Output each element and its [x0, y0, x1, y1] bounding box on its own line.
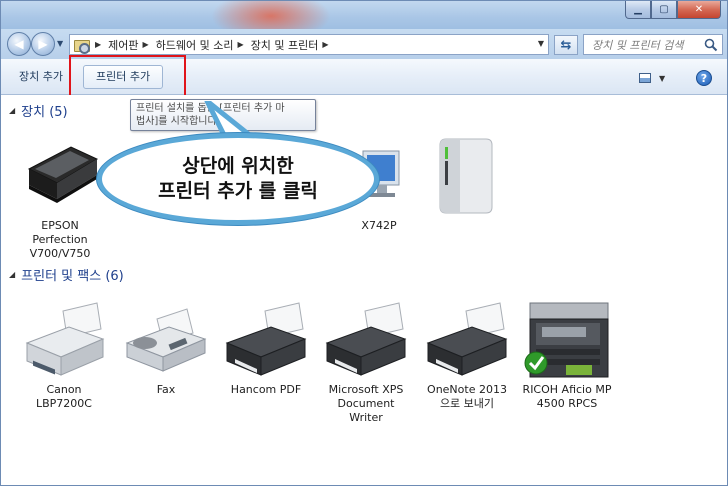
instruction-callout: 상단에 위치한 프린터 추가 를 클릭 — [97, 133, 379, 225]
printer-icon — [19, 299, 109, 381]
printer-icon — [221, 299, 311, 381]
breadcrumb-label: 장치 및 프린터 — [250, 38, 319, 52]
printer-icon — [321, 299, 411, 381]
printer-label: OneNote 2013으로 보내기 — [427, 383, 507, 410]
printer-hancom-pdf[interactable]: Hancom PDF — [221, 299, 311, 397]
scanner-icon — [15, 135, 105, 217]
breadcrumb-root-separator: ▶ — [95, 40, 102, 49]
breadcrumb-label: 하드웨어 및 소리 — [155, 38, 234, 52]
printer-microsoft-xps[interactable]: Microsoft XPS Document Writer — [321, 299, 411, 425]
collapse-triangle-icon[interactable]: ◢ — [9, 106, 15, 115]
address-bar[interactable]: ▶ 제어판 ▶ 하드웨어 및 소리 ▶ 장치 및 프린터 ▶ ▼ — [69, 34, 549, 55]
chevron-right-icon[interactable]: ▶ — [143, 40, 149, 49]
forward-arrow-icon: ▶ — [38, 37, 48, 51]
search-input[interactable]: 장치 및 프린터 검색 — [583, 34, 723, 55]
change-view-button[interactable]: ▼ — [639, 71, 669, 85]
group-header-label: 장치 (5) — [21, 104, 68, 120]
recent-pages-dropdown-icon[interactable]: ▼ — [57, 39, 63, 48]
add-printer-button[interactable]: 프린터 추가 — [83, 65, 164, 89]
window-controls: ▁ ▢ ✕ — [625, 1, 721, 21]
chevron-down-icon: ▼ — [659, 73, 666, 83]
back-button[interactable]: ◀ — [7, 32, 31, 56]
printer-icon — [422, 299, 512, 381]
refresh-button[interactable]: ⇆ — [554, 35, 578, 55]
refresh-icon: ⇆ — [560, 37, 572, 53]
breadcrumb-hardware-sound[interactable]: 하드웨어 및 소리 ▶ — [156, 37, 251, 53]
help-icon[interactable]: ? — [696, 70, 712, 86]
control-panel-folder-icon — [73, 38, 91, 54]
device-external-drive[interactable] — [420, 135, 510, 219]
navigation-bar: ◀ ▶ ▼ ▶ 제어판 ▶ 하드웨어 및 소리 ▶ 장치 및 프린터 ▶ ▼ ⇆ 장치… — [1, 29, 727, 59]
printer-label: Canon LBP7200C — [36, 383, 92, 410]
minimize-button[interactable]: ▁ — [625, 1, 651, 19]
breadcrumb-label: 제어판 — [108, 38, 139, 52]
chevron-right-icon[interactable]: ▶ — [238, 40, 244, 49]
content-area: ◢ 장치 (5) EPSON Perfection V700/V750 X742… — [1, 95, 727, 485]
group-header-printers[interactable]: ◢ 프린터 및 팩스 (6) — [9, 265, 124, 284]
forward-button[interactable]: ▶ — [31, 32, 55, 56]
search-icon[interactable] — [704, 38, 718, 52]
printer-fax[interactable]: Fax — [121, 299, 211, 397]
external-drive-icon — [420, 135, 510, 217]
printer-label: Microsoft XPS Document Writer — [328, 383, 404, 424]
maximize-button[interactable]: ▢ — [651, 1, 677, 19]
device-label: EPSON Perfection V700/V750 — [29, 219, 91, 260]
callout-line: 프린터 추가 를 클릭 — [158, 180, 318, 202]
printer-canon[interactable]: Canon LBP7200C — [19, 299, 109, 411]
collapse-triangle-icon[interactable]: ◢ — [9, 270, 15, 279]
view-icon — [639, 73, 651, 83]
chevron-right-icon[interactable]: ▶ — [322, 40, 328, 49]
breadcrumb-devices-printers[interactable]: 장치 및 프린터 ▶ — [251, 37, 336, 53]
title-bar: ▁ ▢ ✕ — [1, 1, 727, 41]
printer-onenote[interactable]: OneNote 2013으로 보내기 — [422, 299, 512, 411]
command-bar: 장치 추가 프린터 추가 ▼ ? — [1, 59, 727, 95]
breadcrumb-control-panel[interactable]: 제어판 ▶ — [108, 37, 156, 53]
back-arrow-icon: ◀ — [14, 37, 24, 51]
search-placeholder: 장치 및 프린터 검색 — [592, 38, 684, 52]
printer-label: RICOH Aficio MP 4500 RPCS — [522, 383, 612, 410]
fax-icon — [121, 299, 211, 381]
printer-label: Hancom PDF — [230, 383, 302, 396]
devices-and-printers-window: ▁ ▢ ✕ ◀ ▶ ▼ ▶ 제어판 ▶ 하드웨어 및 소리 ▶ 장치 및 프린터 ▶ … — [0, 0, 728, 486]
device-epson-scanner[interactable]: EPSON Perfection V700/V750 — [15, 135, 105, 261]
callout-line: 상단에 위치한 — [182, 155, 294, 177]
add-device-button[interactable]: 장치 추가 — [19, 68, 63, 88]
group-header-label: 프린터 및 팩스 (6) — [21, 268, 124, 284]
device-label: X742P — [361, 219, 397, 232]
printer-ricoh-default[interactable]: RICOH Aficio MP 4500 RPCS — [522, 299, 612, 411]
close-button[interactable]: ✕ — [677, 1, 721, 19]
group-header-devices[interactable]: ◢ 장치 (5) — [9, 101, 68, 120]
mfp-printer-icon — [522, 299, 612, 381]
address-dropdown-icon[interactable]: ▼ — [538, 39, 544, 48]
printer-label: Fax — [156, 383, 176, 396]
